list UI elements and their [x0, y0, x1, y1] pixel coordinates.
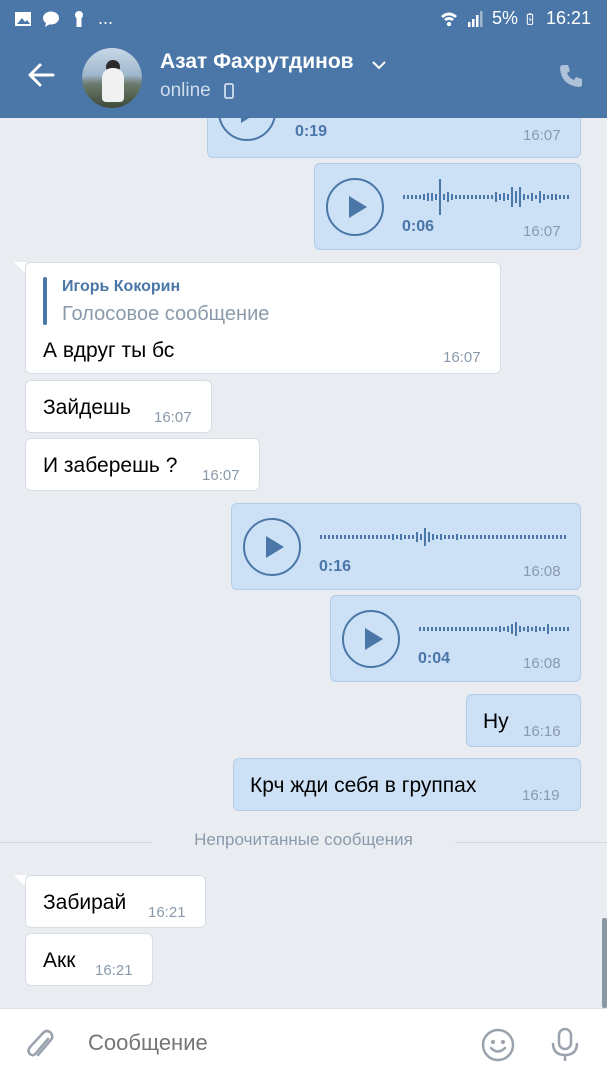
voice-waveform[interactable] [320, 522, 570, 552]
reply-author[interactable]: Игорь Кокорин [62, 278, 180, 296]
voice-waveform[interactable] [419, 614, 574, 644]
wifi-icon [440, 12, 457, 26]
message-text: Крч жди себя в группах [250, 774, 477, 797]
call-phone-icon[interactable] [557, 62, 585, 90]
message-time: 16:08 [523, 655, 561, 672]
battery-icon [526, 12, 534, 25]
mobile-device-icon [224, 83, 234, 99]
unread-divider: Непрочитанные сообщения [0, 830, 607, 854]
voice-duration: 0:04 [418, 650, 451, 667]
unread-divider-label: Непрочитанные сообщения [194, 830, 413, 849]
avatar[interactable] [82, 48, 142, 108]
message-text: Забирай [43, 891, 127, 914]
contact-name[interactable]: Азат Фахрутдинов [160, 50, 354, 74]
message-time: 16:21 [148, 904, 186, 921]
emoji-icon[interactable] [480, 1027, 516, 1063]
message-notification-icon [43, 11, 59, 27]
voice-duration: 0:16 [319, 558, 352, 575]
battery-percent: 5% [491, 8, 518, 28]
reply-quote-bar [43, 277, 47, 325]
clock: 16:21 [545, 8, 591, 28]
signal-icon [467, 10, 483, 27]
chevron-down-icon[interactable] [370, 56, 388, 74]
voice-duration: 0:06 [402, 218, 435, 235]
microphone-icon[interactable] [548, 1027, 582, 1063]
message-time: 16:07 [154, 409, 192, 426]
voice-waveform[interactable] [403, 177, 571, 217]
message-text: И заберешь ? [43, 454, 178, 477]
voice-message: 0:19 16:07 [207, 118, 581, 158]
play-button[interactable] [218, 118, 276, 141]
back-arrow-icon[interactable] [26, 60, 56, 90]
online-status: online [160, 80, 211, 101]
keyhole-notification-icon [75, 10, 83, 27]
voice-duration: 0:19 [295, 123, 328, 140]
message-input[interactable] [86, 1029, 450, 1057]
message-time: 16:07 [443, 349, 481, 366]
incoming-message: И заберешь ? 16:07 [25, 438, 260, 491]
play-button[interactable] [326, 178, 384, 236]
status-bar: ... 5% 16:21 [0, 0, 607, 38]
voice-message: 0:16 16:08 [231, 503, 581, 590]
incoming-message: Забирай 16:21 [25, 875, 206, 928]
message-time: 16:21 [95, 962, 133, 979]
message-time: 16:07 [202, 467, 240, 484]
voice-message: 0:06 16:07 [314, 163, 581, 250]
message-time: 16:19 [522, 787, 560, 804]
outgoing-message: Крч жди себя в группах 16:19 [233, 758, 581, 811]
incoming-message: Акк 16:21 [25, 933, 153, 986]
voice-message: 0:04 16:08 [330, 595, 581, 682]
message-time: 16:07 [523, 127, 561, 144]
message-text: А вдруг ты бс [43, 339, 175, 362]
message-text: Ну [483, 710, 509, 733]
more-notifications-dots: ... [98, 8, 114, 28]
message-composer [0, 1008, 607, 1081]
outgoing-message: Ну 16:16 [466, 694, 581, 747]
scrollbar[interactable] [602, 918, 607, 1008]
chat-header: Азат Фахрутдинов online [0, 38, 607, 118]
message-time: 16:08 [523, 563, 561, 580]
message-list[interactable]: 0:19 16:07 0:06 16:07 Игорь Кокорин Голо… [0, 118, 607, 1008]
reply-message: Игорь Кокорин Голосовое сообщение А вдру… [25, 262, 501, 374]
play-button[interactable] [243, 518, 301, 576]
message-text: Акк [43, 949, 76, 972]
message-text: Зайдешь [43, 396, 131, 419]
attach-paperclip-icon[interactable] [24, 1029, 56, 1063]
incoming-message: Зайдешь 16:07 [25, 380, 212, 433]
message-time: 16:07 [523, 223, 561, 240]
message-time: 16:16 [523, 723, 561, 740]
reply-preview[interactable]: Голосовое сообщение [62, 303, 269, 326]
gallery-notification-icon [15, 11, 31, 26]
play-button[interactable] [342, 610, 400, 668]
